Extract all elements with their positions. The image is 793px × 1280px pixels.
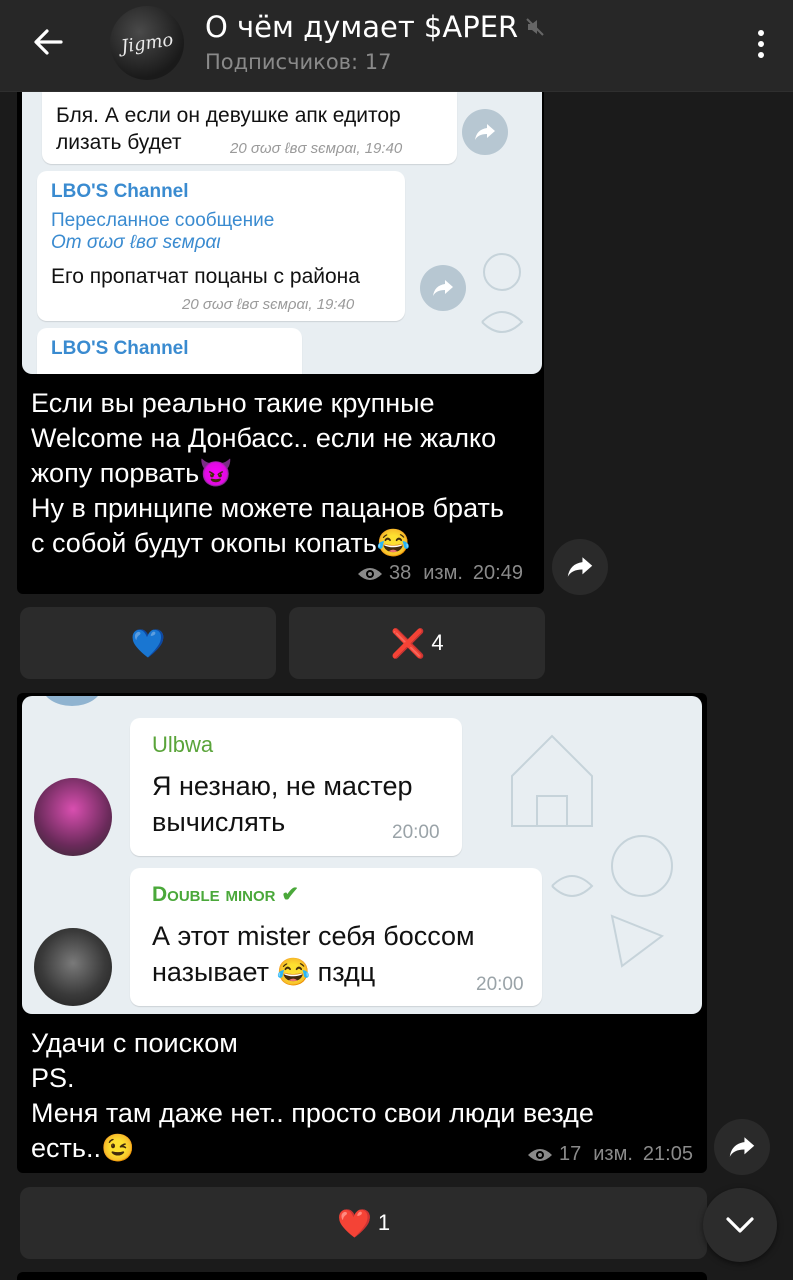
partial-avatar xyxy=(42,696,102,706)
avatar-logo: Jigmo xyxy=(119,28,175,58)
reaction-emoji: ❌ xyxy=(390,627,426,659)
chat-header: Jigmo О чём думает $APER Подписчиков: 17 xyxy=(0,0,793,92)
photo-bubble-3: LBO'S Channel xyxy=(37,328,302,374)
channel-name: LBO'S Channel xyxy=(51,181,189,202)
share-icon xyxy=(462,109,508,155)
views-icon xyxy=(358,567,382,580)
bubble-text: называет 😂 пздц xyxy=(152,957,376,987)
views-count: 17 xyxy=(559,1143,582,1165)
caption-line: Welcome на Донбасс.. если не жалко xyxy=(31,423,497,453)
channel-avatar[interactable]: Jigmo xyxy=(110,6,184,80)
message-meta: 17 изм. 21:05 xyxy=(527,1143,693,1166)
back-button[interactable] xyxy=(26,22,70,62)
channel-info[interactable]: О чём думает $APER Подписчиков: 17 xyxy=(205,10,546,74)
back-arrow-icon xyxy=(34,29,63,55)
bubble-time: 20:00 xyxy=(392,822,440,843)
channel-name: LBO'S Channel xyxy=(51,338,189,359)
views-count: 38 xyxy=(389,562,412,584)
reaction-count: 1 xyxy=(377,1210,391,1235)
message-photo[interactable]: Ulbwa Я незнаю, не мастер вычислять 20:0… xyxy=(22,696,702,1014)
sender-name: Ulbwa xyxy=(152,732,214,757)
caption-line: Удачи с поиском xyxy=(31,1028,238,1058)
bubble-text: Я незнаю, не мастер xyxy=(152,771,413,801)
reaction-count: 4 xyxy=(431,630,444,655)
photo-bubble-2: Double minor ✔ А этот mister себя боссом… xyxy=(130,868,542,1006)
caption-line: с собой будут окопы копать😂 xyxy=(31,528,411,558)
forwarded-from: От σωσ ℓвσ ѕємραι xyxy=(51,232,221,253)
reaction-emoji: ❤️ xyxy=(336,1207,372,1239)
sender-name: Double minor ✔ xyxy=(152,883,299,906)
reaction-button[interactable]: ❤️ 1 xyxy=(20,1187,707,1259)
caption-line: Меня там даже нет.. просто свои люди вез… xyxy=(31,1098,594,1128)
user-avatar xyxy=(34,928,112,1006)
message-time: 20:49 xyxy=(472,562,523,584)
forward-icon xyxy=(729,1137,755,1157)
caption-line: есть..😉 xyxy=(31,1133,135,1163)
chevron-down-icon xyxy=(726,1217,754,1233)
message-bubble[interactable]: Ulbwa Я незнаю, не мастер вычислять 20:0… xyxy=(17,693,707,1173)
forward-button[interactable] xyxy=(714,1119,770,1175)
bubble-text: лизать будет xyxy=(56,131,182,154)
doodle-pattern xyxy=(481,253,524,333)
bubble-text: Его пропатчат поцаны с района xyxy=(51,265,360,288)
message-time: 21:05 xyxy=(642,1143,693,1165)
next-message-edge xyxy=(17,1272,707,1280)
caption-line: Ну в принципе можете пацанов брать xyxy=(31,493,504,523)
channel-title-row: О чём думает $APER xyxy=(205,10,546,44)
bubble-time: 20:00 xyxy=(476,974,524,995)
caption-line: Если вы реально такие крупные xyxy=(31,388,435,418)
photo-bubble-1: Бля. А если он девушке апк едитор лизать… xyxy=(42,92,457,164)
subscriber-count: Подписчиков: 17 xyxy=(205,50,392,74)
bubble-text: Бля. А если он девушке апк едитор xyxy=(56,104,401,127)
muted-icon xyxy=(526,18,544,36)
user-avatar xyxy=(34,778,112,856)
more-vert-icon[interactable] xyxy=(753,24,769,64)
bubble-meta: 20 σωσ ℓвσ ѕємραι, 19:40 xyxy=(182,296,355,313)
forward-button[interactable] xyxy=(552,539,608,595)
forwarded-label: Пересланное сообщение xyxy=(51,210,275,231)
photo-bubble-2: LBO'S Channel Пересланное сообщение От σ… xyxy=(37,171,405,321)
reaction-emoji: 💙 xyxy=(130,627,166,659)
bubble-text: А этот mister себя боссом xyxy=(152,921,475,951)
bubble-meta: 20 σωσ ℓвσ ѕємραι, 19:40 xyxy=(230,140,403,157)
edited-label: изм. xyxy=(593,1143,633,1165)
message-meta: 38 изм. 20:49 xyxy=(357,562,523,585)
reaction-button[interactable]: ❌ 4 xyxy=(289,607,545,679)
caption-line: PS. xyxy=(31,1063,75,1093)
bubble-text: вычислять xyxy=(152,807,286,837)
views-icon xyxy=(528,1148,552,1161)
caption-line: жопу порвать😈 xyxy=(31,458,233,488)
scroll-down-button[interactable] xyxy=(703,1188,777,1262)
channel-title: О чём думает $APER xyxy=(205,10,519,44)
share-icon xyxy=(420,265,466,311)
forward-icon xyxy=(567,557,593,577)
edited-label: изм. xyxy=(423,562,463,584)
message-bubble[interactable]: Бля. А если он девушке апк едитор лизать… xyxy=(17,92,544,594)
reaction-button[interactable]: 💙 xyxy=(20,607,276,679)
message-photo[interactable]: Бля. А если он девушке апк едитор лизать… xyxy=(22,92,542,374)
photo-bubble-1: Ulbwa Я незнаю, не мастер вычислять 20:0… xyxy=(130,718,462,856)
